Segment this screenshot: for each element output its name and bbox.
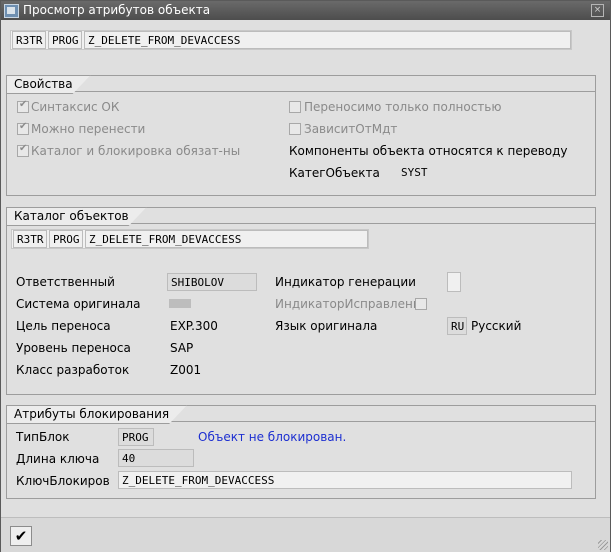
generation-flag-field	[447, 272, 461, 292]
transport-full-checkbox	[289, 101, 301, 113]
lock-attributes-group: Атрибуты блокирования ТипБлок PROG Объек…	[6, 405, 596, 499]
catalog-lock-checkbox	[17, 143, 29, 157]
category-label: КатегОбъекта	[289, 166, 380, 180]
key-length-field: 40	[118, 449, 194, 467]
lock-key-field: Z_DELETE_FROM_DEVACCESS	[118, 471, 572, 489]
dev-class-value: Z001	[170, 363, 202, 377]
syntax-ok-checkbox	[17, 99, 29, 113]
dialog-footer: ✔	[1, 517, 610, 552]
title-bar: Просмотр атрибутов объекта ×	[1, 1, 610, 20]
confirm-check-icon[interactable]: ✔	[10, 526, 32, 546]
pgmid-field[interactable]: R3TR	[12, 31, 46, 49]
components-translate-text: Компоненты объекта относятся к переводу	[289, 144, 568, 158]
lock-type-field: PROG	[118, 428, 154, 446]
transport-layer-label: Уровень переноса	[16, 341, 131, 355]
close-icon[interactable]: ×	[591, 4, 604, 17]
category-value: SYST	[401, 166, 428, 179]
transportable-checkbox	[17, 121, 29, 135]
object-catalog-group: Каталог объектов R3TR PROG Z_DELETE_FROM…	[6, 207, 596, 395]
owner-field: SHIBOLOV	[167, 273, 257, 291]
attributes-dialog: Просмотр атрибутов объекта × R3TR PROG Z…	[0, 0, 611, 552]
catalog-pgmid-field: R3TR	[13, 230, 47, 248]
catalog-object-name-field: Z_DELETE_FROM_DEVACCESS	[85, 230, 368, 248]
depends-on-checkbox	[289, 123, 301, 135]
catalog-object-type-field: PROG	[49, 230, 83, 248]
owner-label: Ответственный	[16, 275, 115, 289]
dev-class-label: Класс разработок	[16, 363, 130, 377]
syntax-ok-label: Синтаксис ОК	[31, 100, 120, 114]
transport-full-label: Переносимо только полностью	[304, 100, 502, 114]
depends-on-label: ЗависитОтМдт	[304, 122, 398, 136]
transportable-label: Можно перенести	[31, 122, 146, 136]
resize-grip-icon[interactable]	[598, 540, 608, 550]
object-type-field[interactable]: PROG	[48, 31, 82, 49]
catalog-group-title: Каталог объектов	[6, 207, 147, 226]
transport-target-value: EXP.300	[170, 319, 218, 333]
catalog-lock-label: Каталог и блокировка обязат-ны	[31, 144, 241, 158]
window-icon	[4, 4, 19, 18]
key-length-label: Длина ключа	[16, 452, 100, 466]
window-title: Просмотр атрибутов объекта	[23, 3, 211, 17]
source-system-field	[169, 299, 191, 308]
properties-group: Свойства Синтаксис ОК Можно перенести Ка…	[6, 75, 596, 196]
transport-target-label: Цель переноса	[16, 319, 111, 333]
lock-type-label: ТипБлок	[16, 430, 70, 444]
original-language-name: Русский	[471, 319, 522, 333]
original-language-code: RU	[447, 317, 467, 335]
lock-group-title: Атрибуты блокирования	[6, 405, 187, 424]
generation-flag-label: Индикатор генерации	[275, 275, 416, 289]
object-name-field[interactable]: Z_DELETE_FROM_DEVACCESS	[84, 31, 571, 49]
lock-key-label: КлючБлокиров	[16, 474, 110, 488]
catalog-key-row: R3TR PROG Z_DELETE_FROM_DEVACCESS	[11, 229, 369, 249]
original-language-label: Язык оригинала	[275, 319, 378, 333]
repair-flag-label: ИндикаторИсправления	[275, 297, 428, 311]
object-key-row: R3TR PROG Z_DELETE_FROM_DEVACCESS	[10, 30, 572, 50]
source-system-label: Система оригинала	[16, 297, 141, 311]
lock-status-text: Объект не блокирован.	[198, 430, 347, 444]
repair-flag-checkbox	[415, 298, 427, 310]
transport-layer-value: SAP	[170, 341, 194, 355]
